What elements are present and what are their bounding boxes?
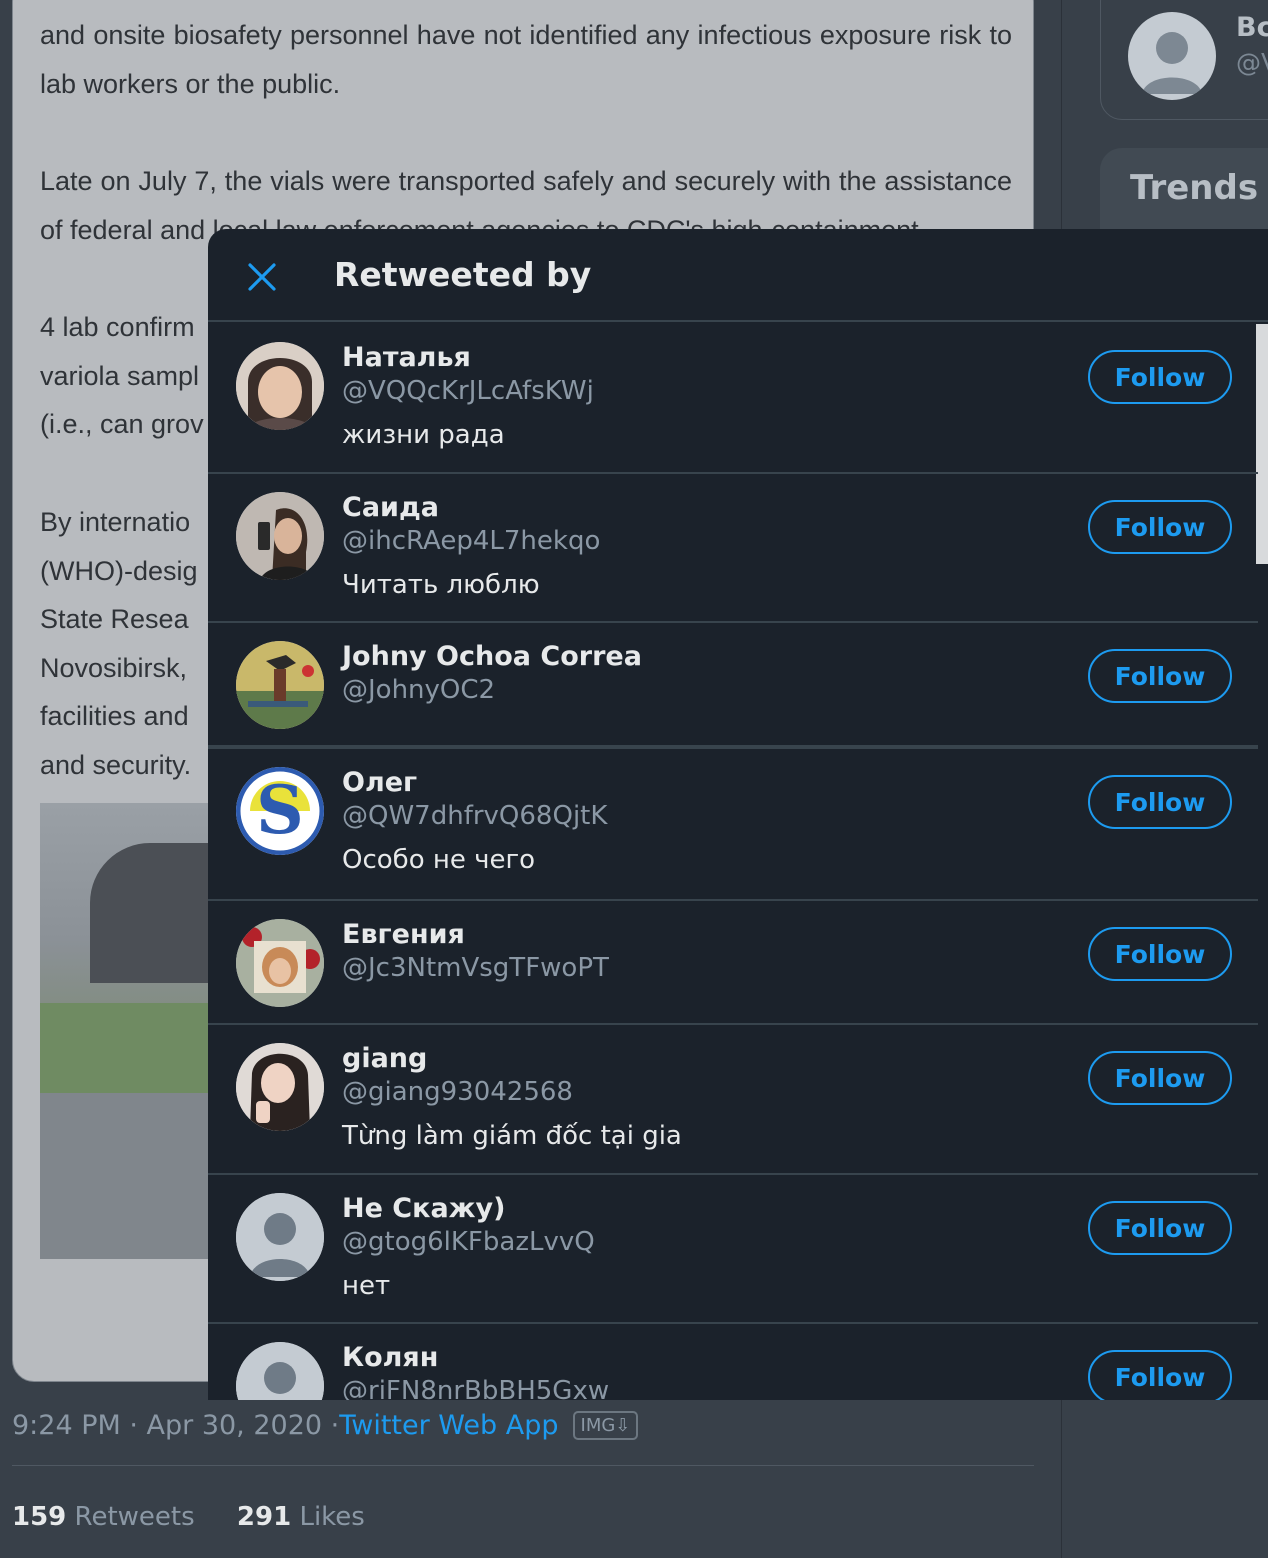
user-name[interactable]: Саида bbox=[342, 492, 439, 523]
avatar[interactable] bbox=[1128, 12, 1216, 100]
tweet-stats: 159 Retweets 291 Likes bbox=[12, 1502, 399, 1532]
user-photo-icon bbox=[236, 1043, 324, 1131]
user-bio: Читать люблю bbox=[342, 570, 540, 600]
avatar[interactable] bbox=[236, 1193, 324, 1281]
user-name[interactable]: Олег bbox=[342, 767, 417, 798]
user-row[interactable]: giang @giang93042568 Từng làm giám đốc t… bbox=[208, 1025, 1258, 1175]
avatar[interactable] bbox=[236, 492, 324, 580]
avatar[interactable] bbox=[236, 1043, 324, 1131]
user-handle: @giang93042568 bbox=[342, 1077, 573, 1107]
close-icon bbox=[248, 263, 276, 291]
modal-header: Retweeted by bbox=[208, 229, 1268, 322]
tweet-meta: 9:24 PM · Apr 30, 2020 · Twitter Web App… bbox=[12, 1410, 639, 1441]
default-avatar-icon bbox=[1142, 32, 1202, 94]
user-handle: @JohnyOC2 bbox=[342, 675, 496, 705]
user-name[interactable]: Johny Ochoa Correa bbox=[342, 641, 642, 672]
close-button[interactable] bbox=[236, 251, 288, 303]
user-artwork-icon bbox=[236, 641, 324, 729]
avatar[interactable] bbox=[236, 342, 324, 430]
avatar[interactable] bbox=[236, 1342, 324, 1400]
retweeted-by-modal: Retweeted by Наталья @VQQcKrJLcAfsKWj жи… bbox=[208, 229, 1268, 1400]
user-handle: @gtog6lKFbazLvvQ bbox=[342, 1227, 595, 1257]
user-bio: нет bbox=[342, 1271, 391, 1301]
likes-stat[interactable]: 291 Likes bbox=[237, 1502, 365, 1532]
default-avatar-icon bbox=[236, 1342, 324, 1400]
follow-button[interactable]: Follow bbox=[1088, 1051, 1232, 1105]
follow-button[interactable]: Follow bbox=[1088, 350, 1232, 404]
user-bio: жизни рада bbox=[342, 420, 505, 450]
avatar[interactable]: S bbox=[236, 767, 324, 855]
user-photo-icon bbox=[236, 492, 324, 580]
user-bio: Từng làm giám đốc tại gia bbox=[342, 1121, 682, 1151]
divider bbox=[12, 1465, 1034, 1466]
user-photo-icon bbox=[236, 919, 324, 1007]
follow-button[interactable]: Follow bbox=[1088, 1201, 1232, 1255]
user-name[interactable]: giang bbox=[342, 1043, 427, 1074]
user-name[interactable]: Евгения bbox=[342, 919, 465, 950]
user-photo-icon bbox=[236, 342, 324, 430]
user-handle: @VQQcKrJLcAfsKWj bbox=[342, 376, 594, 406]
user-handle: @QW7dhfrvQ68QjtK bbox=[342, 801, 608, 831]
user-row[interactable]: Johny Ochoa Correa @JohnyOC2 Follow bbox=[208, 623, 1258, 749]
default-avatar-icon bbox=[236, 1193, 324, 1281]
tweet-source-link[interactable]: Twitter Web App bbox=[339, 1410, 558, 1441]
letter-s-glyph: S bbox=[256, 771, 304, 849]
user-row[interactable]: Евгения @Jc3NtmVsgTFwoPT Follow bbox=[208, 901, 1258, 1025]
doc-paragraph-1: and onsite biosafety personnel have not … bbox=[40, 20, 1012, 99]
user-name[interactable]: Не Скажу) bbox=[342, 1193, 505, 1224]
user-handle: @riFN8nrBbBH5Gxw bbox=[342, 1376, 610, 1400]
avatar[interactable] bbox=[236, 641, 324, 729]
user-row[interactable]: Наталья @VQQcKrJLcAfsKWj жизни рада Foll… bbox=[208, 324, 1258, 474]
avatar[interactable] bbox=[236, 919, 324, 1007]
img-download-badge[interactable]: IMG⇩ bbox=[572, 1411, 639, 1440]
letter-s-logo-icon: S bbox=[236, 767, 324, 855]
suggested-user-handle: @V bbox=[1236, 48, 1268, 77]
user-handle: @ihcRAep4L7hekqo bbox=[342, 526, 601, 556]
user-name[interactable]: Колян bbox=[342, 1342, 438, 1373]
follow-button[interactable]: Follow bbox=[1088, 1350, 1232, 1400]
follow-button[interactable]: Follow bbox=[1088, 500, 1232, 554]
modal-title: Retweeted by bbox=[334, 255, 592, 294]
user-bio: Особо не чего bbox=[342, 845, 536, 875]
follow-button[interactable]: Follow bbox=[1088, 927, 1232, 981]
user-row[interactable]: S Олег @QW7dhfrvQ68QjtK Особо не чего Fo… bbox=[208, 749, 1258, 901]
user-row[interactable]: Не Скажу) @gtog6lKFbazLvvQ нет Follow bbox=[208, 1175, 1258, 1324]
retweets-stat[interactable]: 159 Retweets bbox=[12, 1502, 195, 1532]
user-row[interactable]: Колян @riFN8nrBbBH5Gxw Follow bbox=[208, 1324, 1258, 1400]
tweet-timestamp[interactable]: 9:24 PM · Apr 30, 2020 · bbox=[12, 1410, 339, 1441]
trends-title: Trends f bbox=[1130, 168, 1268, 208]
follow-button[interactable]: Follow bbox=[1088, 649, 1232, 703]
suggested-user-name[interactable]: Bc bbox=[1236, 12, 1268, 43]
user-name[interactable]: Наталья bbox=[342, 342, 471, 373]
user-handle: @Jc3NtmVsgTFwoPT bbox=[342, 953, 609, 983]
user-row[interactable]: Саида @ihcRAep4L7hekqo Читать люблю Foll… bbox=[208, 474, 1258, 623]
follow-button[interactable]: Follow bbox=[1088, 775, 1232, 829]
